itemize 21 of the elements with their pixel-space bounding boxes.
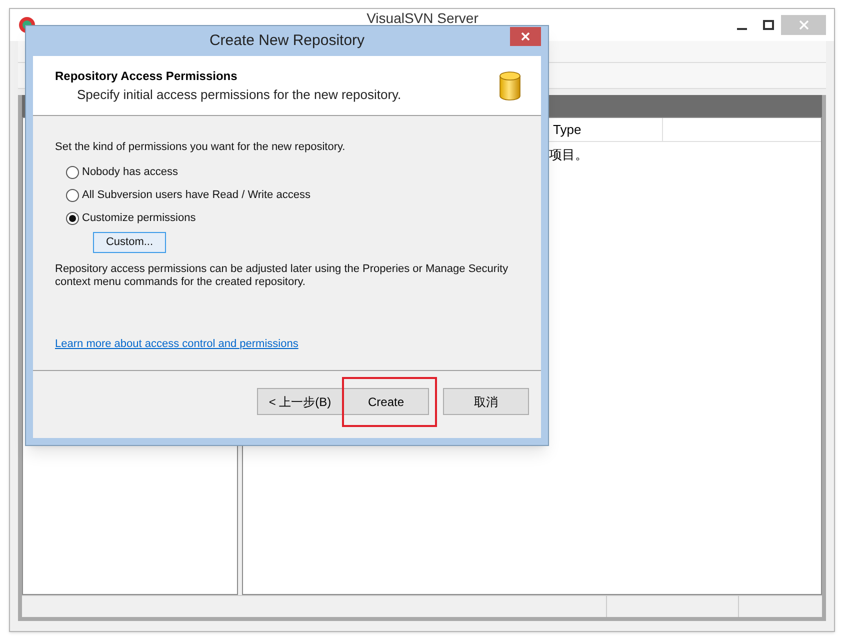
minimize-icon <box>737 28 747 30</box>
close-icon <box>798 20 808 30</box>
radio-option[interactable]: Customize permissions <box>66 212 196 226</box>
permissions-note: Repository access permissions can be adjusted later using the Properies or Manage Security context menu commands for the created repository. <box>55 262 510 288</box>
maximize-icon <box>762 20 774 30</box>
dialog-close-button[interactable] <box>510 27 541 46</box>
close-icon <box>521 32 530 41</box>
database-icon <box>499 70 521 100</box>
header-subtitle: Specify initial access permissions for the new repository. <box>76 86 402 104</box>
wizard-button[interactable]: < 上一步(B) <box>257 388 343 415</box>
header-title: Repository Access Permissions <box>55 68 238 85</box>
learn-more-link[interactable]: Learn more about access control and permissions <box>55 336 298 352</box>
radio-option[interactable]: Nobody has access <box>66 166 178 180</box>
dialog-title: Create New Repository <box>209 30 365 51</box>
list-row-text[interactable]: 项目。 <box>549 145 588 165</box>
wizard-button[interactable]: Create <box>343 388 429 415</box>
wizard-button[interactable]: 取消 <box>443 388 529 415</box>
window-title: VisualSVN Server <box>366 10 480 26</box>
custom-button[interactable]: Custom... <box>93 232 166 252</box>
radio-option[interactable]: All Subversion users have Read / Write access <box>66 188 310 202</box>
permissions-prompt: Set the kind of permissions you want for the new repository. <box>55 140 346 155</box>
